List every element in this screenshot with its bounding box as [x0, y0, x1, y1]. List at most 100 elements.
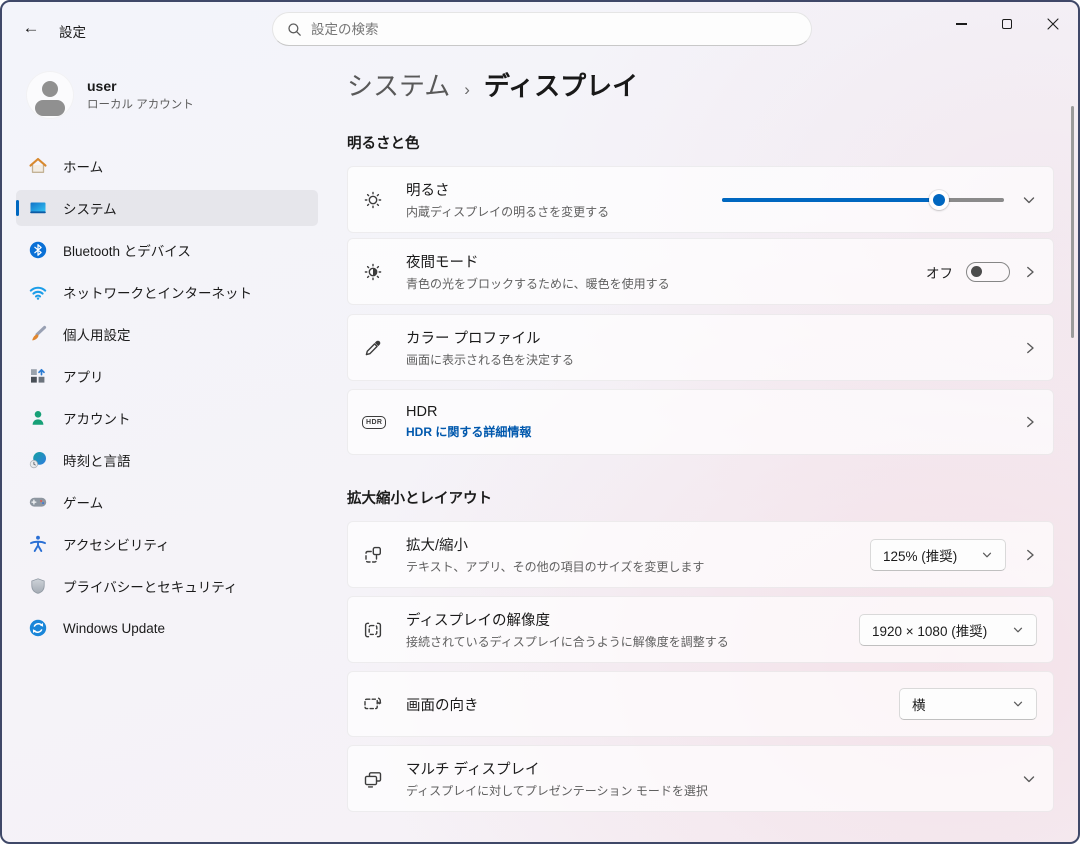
brightness-slider[interactable] [722, 190, 1004, 210]
row-title: 夜間モード [406, 251, 916, 272]
resolution-dropdown-value: 1920 × 1080 (推奨) [872, 620, 987, 640]
close-button[interactable] [1030, 4, 1076, 44]
brightness-slider-thumb[interactable] [929, 190, 949, 210]
row-scale[interactable]: 拡大/縮小 テキスト、アプリ、その他の項目のサイズを変更します 125% (推奨… [347, 521, 1054, 588]
sidebar-item-accounts[interactable]: アカウント [16, 400, 318, 436]
maximize-button[interactable] [984, 4, 1030, 44]
back-arrow-icon: ← [23, 18, 40, 38]
row-title: ディスプレイの解像度 [406, 609, 849, 630]
hdr-info-link[interactable]: HDR に関する詳細情報 [406, 423, 1013, 440]
apps-icon [28, 366, 48, 386]
sidebar-item-time-language[interactable]: 時刻と言語 [16, 442, 318, 478]
system-icon [28, 198, 48, 218]
sidebar-item-label: プライバシーとセキュリティ [63, 576, 237, 596]
chevron-down-icon[interactable] [1021, 192, 1037, 208]
section-heading-brightness-color: 明るさと色 [347, 132, 1054, 153]
main-content: システム › ディスプレイ 明るさと色 明るさ 内蔵ディスプレイの明るさを変更す… [347, 56, 1054, 842]
minimize-button[interactable] [938, 4, 984, 44]
bluetooth-icon [28, 240, 48, 260]
app-title: 設定 [59, 21, 86, 41]
personalization-icon [28, 324, 48, 344]
gaming-icon [28, 492, 48, 512]
sidebar-item-label: Bluetooth とデバイス [63, 240, 191, 260]
row-subtitle: 青色の光をブロックするために、暖色を使用する [406, 275, 916, 292]
row-subtitle: 画面に表示される色を決定する [406, 351, 1013, 368]
sidebar-item-personalization[interactable]: 個人用設定 [16, 316, 318, 352]
close-icon [1047, 18, 1059, 30]
multi-display-icon [362, 768, 406, 790]
windows-update-icon [28, 618, 48, 638]
row-title: 明るさ [406, 179, 712, 200]
resolution-dropdown[interactable]: 1920 × 1080 (推奨) [859, 614, 1037, 646]
sidebar-item-label: システム [63, 198, 117, 218]
row-resolution[interactable]: ディスプレイの解像度 接続されているディスプレイに合うように解像度を調整する 1… [347, 596, 1054, 663]
sidebar-item-label: Windows Update [63, 621, 165, 636]
sidebar-item-system[interactable]: システム [16, 190, 318, 226]
row-brightness[interactable]: 明るさ 内蔵ディスプレイの明るさを変更する [347, 166, 1054, 233]
row-title: カラー プロファイル [406, 327, 1013, 348]
search-icon [287, 22, 302, 37]
resolution-icon [362, 619, 406, 641]
row-title: マルチ ディスプレイ [406, 758, 1011, 779]
scale-dropdown-value: 125% (推奨) [883, 545, 957, 565]
search-box[interactable] [272, 12, 812, 46]
row-multi-display[interactable]: マルチ ディスプレイ ディスプレイに対してプレゼンテーション モードを選択 [347, 745, 1054, 812]
row-title: HDR [406, 404, 1013, 420]
page-title: ディスプレイ [484, 66, 638, 103]
chevron-right-icon [1023, 265, 1037, 279]
orientation-icon [362, 693, 406, 715]
sidebar-item-label: アプリ [63, 366, 104, 386]
row-subtitle: テキスト、アプリ、その他の項目のサイズを変更します [406, 558, 860, 575]
brightness-icon [362, 189, 406, 211]
accounts-icon [28, 408, 48, 428]
row-night-mode[interactable]: 夜間モード 青色の光をブロックするために、暖色を使用する オフ [347, 238, 1054, 305]
sidebar-item-label: ゲーム [63, 492, 103, 512]
row-title: 画面の向き [406, 694, 889, 715]
orientation-dropdown[interactable]: 横 [899, 688, 1037, 720]
time-language-icon [28, 450, 48, 470]
chevron-down-icon [981, 549, 993, 561]
sidebar-item-label: 個人用設定 [63, 324, 131, 344]
chevron-down-icon[interactable] [1021, 771, 1037, 787]
back-button[interactable]: ← [14, 12, 48, 44]
minimize-icon [956, 23, 967, 24]
scale-icon [362, 544, 406, 566]
row-subtitle: ディスプレイに対してプレゼンテーション モードを選択 [406, 782, 1011, 799]
night-mode-toggle[interactable] [966, 262, 1010, 282]
breadcrumb-parent[interactable]: システム [347, 66, 450, 103]
breadcrumb-separator-icon: › [464, 80, 470, 100]
sidebar-item-bluetooth-devices[interactable]: Bluetooth とデバイス [16, 232, 318, 268]
privacy-icon [28, 576, 48, 596]
user-account-block[interactable]: user ローカル アカウント [16, 64, 318, 126]
toggle-state-label: オフ [926, 262, 953, 282]
row-color-profile[interactable]: カラー プロファイル 画面に表示される色を決定する [347, 314, 1054, 381]
chevron-down-icon [1012, 698, 1024, 710]
sidebar-item-gaming[interactable]: ゲーム [16, 484, 318, 520]
row-hdr[interactable]: HDR HDR HDR に関する詳細情報 [347, 389, 1054, 455]
row-orientation[interactable]: 画面の向き 横 [347, 671, 1054, 737]
titlebar: ← 設定 [2, 2, 1078, 56]
sidebar-item-label: アクセシビリティ [63, 534, 170, 554]
sidebar-nav: ホーム システム Bluetooth とデバイス ネットワークとインターネット [16, 148, 318, 646]
color-profile-icon [362, 337, 406, 359]
breadcrumb: システム › ディスプレイ [347, 66, 1054, 103]
sidebar-item-home[interactable]: ホーム [16, 148, 318, 184]
scale-dropdown[interactable]: 125% (推奨) [870, 539, 1006, 571]
sidebar-item-windows-update[interactable]: Windows Update [16, 610, 318, 646]
user-account-type: ローカル アカウント [87, 96, 194, 112]
sidebar: user ローカル アカウント ホーム システム B [2, 56, 332, 842]
hdr-icon: HDR [362, 416, 406, 429]
vertical-scrollbar[interactable] [1071, 106, 1074, 338]
sidebar-item-privacy-security[interactable]: プライバシーとセキュリティ [16, 568, 318, 604]
chevron-down-icon [1012, 624, 1024, 636]
search-input[interactable] [311, 22, 797, 37]
avatar [26, 71, 74, 119]
sidebar-item-apps[interactable]: アプリ [16, 358, 318, 394]
row-title: 拡大/縮小 [406, 534, 860, 555]
sidebar-item-label: ホーム [63, 156, 103, 176]
sidebar-item-network-internet[interactable]: ネットワークとインターネット [16, 274, 318, 310]
brightness-slider-fill [722, 198, 939, 202]
sidebar-item-accessibility[interactable]: アクセシビリティ [16, 526, 318, 562]
row-subtitle: 接続されているディスプレイに合うように解像度を調整する [406, 633, 849, 650]
sidebar-item-label: ネットワークとインターネット [63, 282, 252, 302]
